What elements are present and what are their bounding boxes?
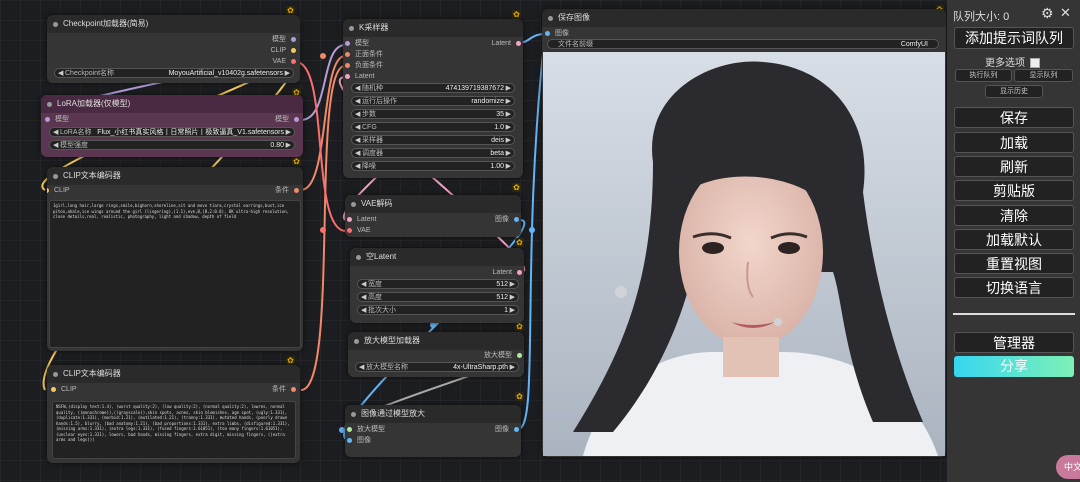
menu-divider [953, 313, 1075, 315]
refresh-button[interactable]: 刷新 [954, 156, 1074, 177]
close-menu-icon[interactable]: ✕ [1060, 5, 1071, 21]
extra-options-label: 更多选项 [985, 58, 1025, 69]
output-vae[interactable]: VAE [273, 57, 296, 67]
extra-options-checkbox[interactable] [1029, 58, 1040, 69]
upscale-model-name-select[interactable]: ◀ 放大模型名称 4x-UltraSharp.pth ▶ [355, 362, 519, 372]
settings-gear-icon[interactable]: ⚙ [1041, 5, 1054, 22]
node-title[interactable]: LoRA加载器(仅模型) [41, 95, 303, 113]
node-badge-icon: ✿ [515, 392, 524, 401]
lora-strength-input[interactable]: ◀ 模型强度 0.80 ▶ [49, 140, 295, 150]
cfg-input[interactable]: ◀ CFG 1.0 ▶ [351, 122, 515, 132]
portrait-image [543, 52, 945, 456]
control-after-generate-select[interactable]: ◀ 运行后操作 randomize ▶ [351, 96, 515, 106]
node-title[interactable]: 放大模型加载器 [348, 332, 524, 350]
share-button[interactable]: 分享 [954, 356, 1074, 377]
clip-text-encode-negative-node[interactable]: CLIP文本编码器 CLIP 条件 NSFW,(display text:1.4… [47, 365, 300, 463]
link-pos-cond [300, 55, 346, 191]
upscale-model-loader-node[interactable]: 放大模型加载器 放大模型 ◀ 放大模型名称 4x-UltraSharp.pth ▶ [348, 332, 524, 377]
width-input[interactable]: ◀ 宽度 512 ▶ [357, 279, 519, 289]
node-badge-icon: ✿ [292, 157, 301, 166]
input-latent[interactable]: Latent [347, 215, 376, 225]
node-badge-icon: ✿ [512, 183, 521, 192]
output-image[interactable]: 图像 [495, 215, 519, 225]
output-latent[interactable]: Latent [493, 268, 522, 278]
input-positive[interactable]: 正面条件 [345, 50, 383, 60]
output-conditioning[interactable]: 条件 [272, 385, 296, 395]
view-queue-list-button[interactable]: 显示队列 [1014, 69, 1073, 82]
manager-button[interactable]: 管理器 [954, 332, 1074, 353]
link-vae [295, 61, 347, 233]
clear-button[interactable]: 清除 [954, 205, 1074, 226]
negative-prompt-textarea[interactable]: NSFW,(display text:1.4), (worst quality:… [52, 401, 296, 459]
node-badge-icon: ✿ [515, 322, 524, 331]
node-title[interactable]: VAE解码 [345, 195, 521, 213]
input-image[interactable]: 图像 [545, 29, 569, 39]
input-model[interactable]: 模型 [45, 115, 69, 125]
output-model[interactable]: 模型 [275, 115, 299, 125]
node-title[interactable]: 保存图像 [542, 9, 946, 27]
node-title[interactable]: Checkpoint加载器(简易) [47, 15, 300, 33]
translate-badge-label: 中文 [1064, 462, 1080, 472]
switch-language-button[interactable]: 切换语言 [954, 277, 1074, 298]
filename-prefix-input[interactable]: 文件名前缀 ComfyUI [547, 39, 939, 49]
queue-prompt-button[interactable]: 添加提示词队列 [954, 27, 1074, 49]
node-title[interactable]: CLIP文本编码器 [47, 365, 300, 383]
positive-prompt-textarea[interactable]: 1girl,long hair,large rings,smile,bighor… [49, 200, 301, 348]
steps-input[interactable]: ◀ 步数 35 ▶ [351, 109, 515, 119]
input-latent[interactable]: Latent [345, 72, 374, 82]
checkpoint-loader-node[interactable]: Checkpoint加载器(简易) 模型 CLIP VAE ◀ Checkpoin… [47, 15, 300, 83]
node-title[interactable]: 图像通过模型放大 [345, 405, 521, 423]
image-upscale-with-model-node[interactable]: 图像通过模型放大 放大模型 图像 图像 [345, 405, 521, 457]
queue-size-label: 队列大小: 0 [953, 11, 1010, 23]
comfy-menu-panel: 队列大小: 0 ⚙ ✕ 添加提示词队列 更多选项 执行队列 显示队列 显示历史 … [947, 0, 1080, 482]
lora-name-select[interactable]: ◀ LoRA名称 Flux_小红书真实风格丨日常照片丨极致逼真_V1.safeten… [49, 127, 295, 137]
node-title[interactable]: 空Latent [350, 248, 524, 266]
node-badge-icon: ✿ [286, 6, 295, 15]
node-title[interactable]: CLIP文本编码器 [47, 167, 303, 185]
node-badge-icon: ✿ [515, 238, 524, 247]
node-badge-icon: ✿ [512, 10, 521, 19]
view-queue-button[interactable]: 执行队列 [955, 69, 1012, 82]
lora-loader-node[interactable]: LoRA加载器(仅模型) 模型 模型 ◀ LoRA名称 Flux_小红书真实风格丨日… [41, 95, 303, 157]
translate-badge[interactable]: 中文 [1056, 455, 1080, 479]
height-input[interactable]: ◀ 高度 512 ▶ [357, 292, 519, 302]
input-negative[interactable]: 负面条件 [345, 61, 383, 71]
link-neg-cond [300, 65, 346, 391]
input-vae[interactable]: VAE [347, 226, 371, 236]
reset-view-button[interactable]: 重置视图 [954, 253, 1074, 274]
input-upscale-model[interactable]: 放大模型 [347, 425, 385, 435]
input-clip[interactable]: CLIP [47, 186, 70, 196]
input-clip[interactable]: CLIP [51, 385, 77, 395]
view-history-button[interactable]: 显示历史 [985, 85, 1043, 98]
node-badge-icon: ✿ [286, 356, 295, 365]
link-model-ksampler [300, 44, 346, 121]
sampler-select[interactable]: ◀ 采样器 deis ▶ [351, 135, 515, 145]
output-conditioning[interactable]: 条件 [275, 186, 299, 196]
extra-options-toggle[interactable]: 更多选项 [985, 54, 1040, 69]
clip-text-encode-positive-node[interactable]: CLIP文本编码器 CLIP 条件 1girl,long hair,large … [47, 167, 303, 351]
load-default-button[interactable]: 加载默认 [954, 229, 1074, 250]
output-image[interactable]: 图像 [495, 425, 519, 435]
seed-input[interactable]: ◀ 随机种 474139719387672 ▶ [351, 83, 515, 93]
denoise-input[interactable]: ◀ 降噪 1.00 ▶ [351, 161, 515, 171]
node-title[interactable]: K采样器 [343, 19, 523, 37]
checkpoint-name-select[interactable]: ◀ Checkpoint名称 MoyouArtificial_v10402g.saf… [54, 68, 294, 78]
batch-size-input[interactable]: ◀ 批次大小 1 ▶ [357, 305, 519, 315]
load-button[interactable]: 加载 [954, 132, 1074, 153]
output-latent[interactable]: Latent [492, 39, 521, 49]
output-model[interactable]: 模型 [272, 35, 296, 45]
vae-decode-node[interactable]: VAE解码 Latent VAE 图像 [345, 195, 521, 237]
clipspace-button[interactable]: 剪贴版 [954, 180, 1074, 201]
output-clip[interactable]: CLIP [270, 46, 296, 56]
empty-latent-node[interactable]: 空Latent Latent ◀ 宽度 512 ▶ ◀ 高度 512 ▶ ◀ 批次大小 1 ▶ [350, 248, 524, 323]
scheduler-select[interactable]: ◀ 调度器 beta ▶ [351, 148, 515, 158]
save-button[interactable]: 保存 [954, 107, 1074, 128]
input-image[interactable]: 图像 [347, 436, 371, 446]
generated-image-preview[interactable] [543, 52, 945, 456]
ksampler-node[interactable]: K采样器 模型 正面条件 负面条件 Latent Latent ◀ 随机种 4741… [343, 19, 523, 178]
output-upscale-model[interactable]: 放大模型 [484, 351, 522, 361]
input-model[interactable]: 模型 [345, 39, 369, 49]
